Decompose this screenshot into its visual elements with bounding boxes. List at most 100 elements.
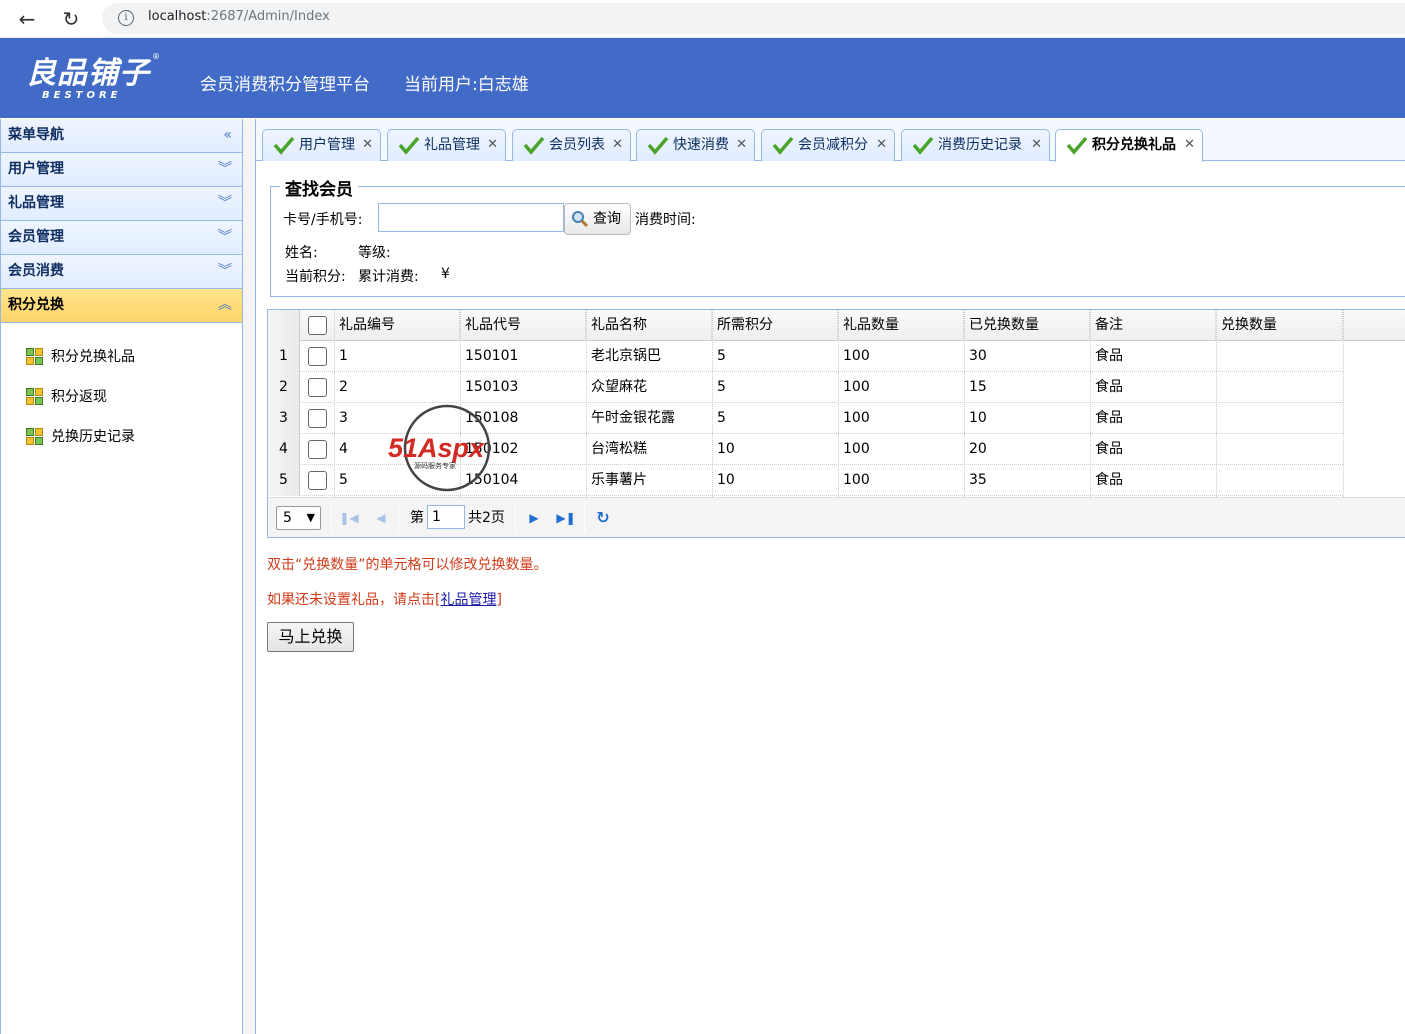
close-icon[interactable]: ✕: [1031, 130, 1042, 160]
close-icon[interactable]: ✕: [736, 130, 747, 160]
sidebar-item-exchange-gift[interactable]: 积分兑换礼品: [1, 343, 242, 383]
app-title: 会员消费积分管理平台: [200, 75, 370, 95]
cell-exchange-qty[interactable]: [1216, 434, 1343, 465]
query-button-label: 查询: [593, 211, 621, 227]
address-bar[interactable]: i localhost:2687/Admin/Index: [102, 3, 1405, 34]
row-checkbox[interactable]: [308, 440, 327, 459]
sidebar-item-exchange-history[interactable]: 兑换历史记录: [1, 423, 242, 463]
tab-member-list[interactable]: 会员列表 ✕: [512, 129, 631, 161]
sidebar-section-label: 礼品管理: [8, 195, 64, 211]
hint-suffix: ]: [496, 592, 502, 608]
select-all-checkbox[interactable]: [308, 316, 327, 335]
chevron-down-icon[interactable]: ︾: [218, 221, 232, 254]
refresh-icon[interactable]: ↻: [593, 508, 613, 528]
hint-prefix: 如果还未设置礼品，请点击[: [267, 592, 441, 608]
gift-mgmt-link[interactable]: 礼品管理: [440, 592, 496, 608]
info-icon[interactable]: i: [118, 10, 134, 26]
last-page-icon[interactable]: ▶❚: [556, 508, 576, 528]
tab-consume-history[interactable]: 消费历史记录 ✕: [901, 129, 1050, 161]
browser-toolbar: ← ↻ i localhost:2687/Admin/Index: [0, 0, 1405, 38]
tab-strip: 用户管理 ✕ 礼品管理 ✕ 会员列表 ✕ 快速消费 ✕ 会员减积分 ✕ 消费历史…: [256, 119, 1405, 162]
redeem-now-button[interactable]: 马上兑换: [267, 622, 354, 652]
close-icon[interactable]: ✕: [362, 130, 373, 160]
tab-user-mgmt[interactable]: 用户管理 ✕: [262, 129, 381, 161]
check-icon: [398, 136, 420, 155]
cell-redeemed: 10: [969, 410, 987, 426]
search-icon: [572, 211, 589, 228]
col-header[interactable]: 礼品名称: [586, 310, 712, 341]
col-header[interactable]: 所需积分: [712, 310, 838, 341]
collapse-left-icon[interactable]: «: [223, 119, 232, 152]
cell-name: 午时金银花露: [591, 410, 675, 426]
sidebar-section-member-mgmt[interactable]: 会员管理 ︾: [1, 221, 242, 255]
row-number: 2: [268, 372, 300, 403]
cell-redeemed: 30: [969, 348, 987, 364]
page-number-input[interactable]: 1: [427, 505, 465, 529]
col-header[interactable]: 礼品数量: [838, 310, 964, 341]
chevron-down-icon[interactable]: ︾: [218, 255, 232, 288]
tab-gift-mgmt[interactable]: 礼品管理 ✕: [387, 129, 506, 161]
page-total: 共2页: [468, 510, 505, 526]
cell-name: 乐事薯片: [591, 472, 647, 488]
row-checkbox[interactable]: [308, 378, 327, 397]
chevron-up-icon[interactable]: ︽: [218, 289, 232, 322]
total-consume-label: 累计消费:: [358, 269, 419, 285]
tab-quick-consume[interactable]: 快速消费 ✕: [636, 129, 755, 161]
query-button[interactable]: 查询: [564, 203, 631, 235]
tab-points-exchange-gift[interactable]: 积分兑换礼品 ✕: [1055, 129, 1203, 162]
row-checkbox[interactable]: [308, 347, 327, 366]
level-label: 等级:: [358, 245, 391, 261]
logo-registered-mark: ®: [152, 52, 160, 61]
col-header[interactable]: 兑换数量: [1216, 310, 1343, 341]
col-header[interactable]: 礼品代号: [460, 310, 586, 341]
sidebar-section-points-exchange[interactable]: 积分兑换 ︽: [1, 289, 242, 323]
reload-icon[interactable]: ↻: [58, 6, 84, 32]
card-input[interactable]: [378, 203, 564, 232]
sidebar-section-user-mgmt[interactable]: 用户管理 ︾: [1, 153, 242, 187]
row-checkbox[interactable]: [308, 471, 327, 490]
row-number: 4: [268, 434, 300, 465]
sidebar-section-member-consume[interactable]: 会员消费 ︾: [1, 255, 242, 289]
cell-exchange-qty[interactable]: [1216, 341, 1343, 372]
sidebar-section-label: 会员管理: [8, 229, 64, 245]
cell-redeemed: 15: [969, 379, 987, 395]
col-header[interactable]: 礼品编号: [334, 310, 460, 341]
check-icon: [772, 136, 794, 155]
close-icon[interactable]: ✕: [612, 130, 623, 160]
first-page-icon[interactable]: ❚◀: [339, 508, 359, 528]
cell-id: 1: [339, 348, 348, 364]
cell-exchange-qty[interactable]: [1216, 403, 1343, 434]
cell-name: 众望麻花: [591, 379, 647, 395]
layout-splitter[interactable]: [243, 119, 256, 1034]
tab-label: 积分兑换礼品: [1092, 137, 1176, 153]
col-header[interactable]: 备注: [1090, 310, 1216, 341]
cell-exchange-qty[interactable]: [1216, 372, 1343, 403]
sidebar-section-menu-nav[interactable]: 菜单导航 «: [1, 119, 242, 153]
cell-note: 食品: [1095, 472, 1123, 488]
tab-deduct-points[interactable]: 会员减积分 ✕: [761, 129, 895, 161]
next-page-icon[interactable]: ▶: [524, 508, 544, 528]
col-header[interactable]: 已兑换数量: [964, 310, 1090, 341]
close-icon[interactable]: ✕: [876, 130, 887, 160]
table-row[interactable]: 1 1 150101 老北京锅巴 5 100 30 食品: [268, 341, 1343, 372]
table-row[interactable]: 2 2 150103 众望麻花 5 100 15 食品: [268, 372, 1343, 403]
prev-page-icon[interactable]: ◀: [371, 508, 391, 528]
chevron-down-icon[interactable]: ︾: [218, 153, 232, 186]
sidebar-section-label: 积分兑换: [8, 297, 64, 313]
close-icon[interactable]: ✕: [1184, 130, 1195, 160]
back-arrow-icon[interactable]: ←: [14, 6, 40, 32]
page-size-select[interactable]: 5 ▼: [276, 506, 321, 530]
sidebar-item-cashback[interactable]: 积分返现: [1, 383, 242, 423]
cell-points: 5: [717, 410, 726, 426]
tree-node-icon: [26, 348, 44, 366]
sidebar-section-gift-mgmt[interactable]: 礼品管理 ︾: [1, 187, 242, 221]
close-icon[interactable]: ✕: [487, 130, 498, 160]
cell-note: 食品: [1095, 441, 1123, 457]
column-divider: [1216, 310, 1217, 497]
sidebar-item-label: 积分返现: [51, 389, 107, 405]
check-icon: [912, 136, 934, 155]
cell-exchange-qty[interactable]: [1216, 465, 1343, 496]
points-label: 当前积分:: [285, 269, 346, 285]
row-checkbox[interactable]: [308, 409, 327, 428]
chevron-down-icon[interactable]: ︾: [218, 187, 232, 220]
